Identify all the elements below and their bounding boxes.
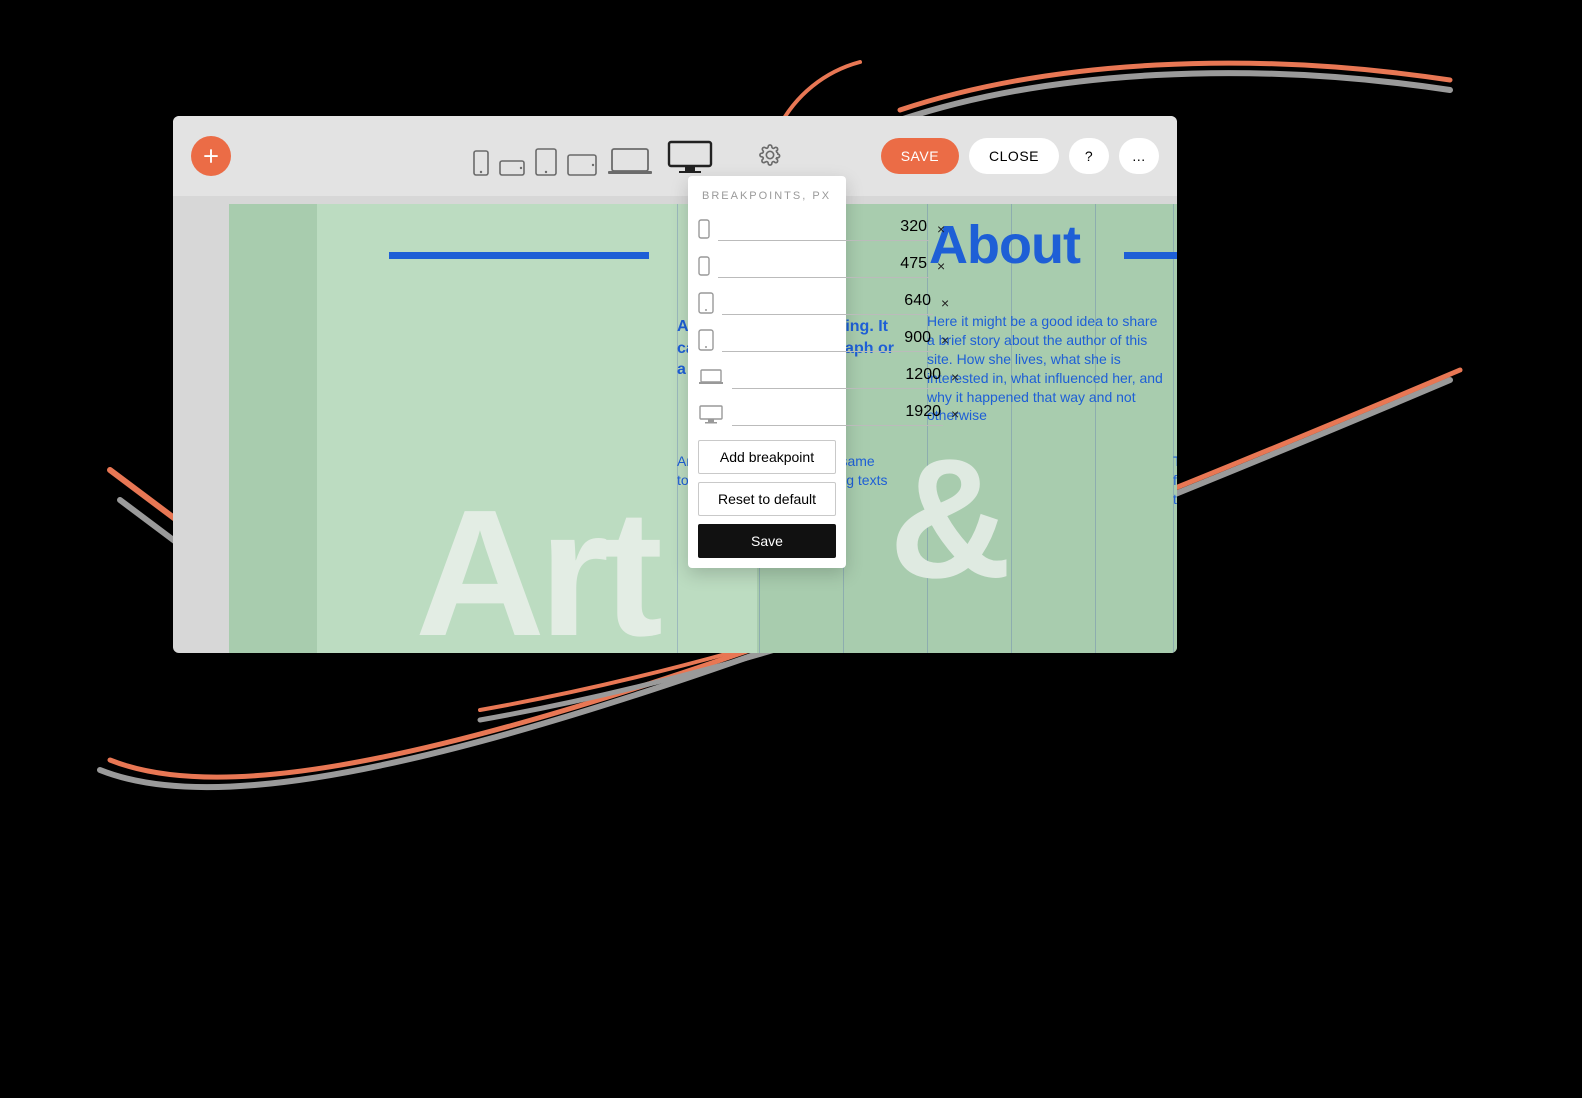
breakpoint-delete-icon[interactable]: × (937, 221, 945, 237)
decorative-rule (1124, 252, 1177, 259)
close-button[interactable]: CLOSE (969, 138, 1059, 174)
device-laptop-icon[interactable] (607, 146, 653, 176)
breakpoint-row: × (698, 358, 836, 395)
heading-about: About (929, 214, 1080, 276)
breakpoint-row: × (698, 247, 836, 284)
editor-window: SAVE CLOSE ? … About A very important he… (173, 116, 1177, 653)
breakpoint-delete-icon[interactable]: × (941, 295, 949, 311)
breakpoint-row: × (698, 210, 836, 247)
save-breakpoints-button[interactable]: Save (698, 524, 836, 558)
device-tablet-portrait-icon[interactable] (535, 148, 557, 176)
device-phone-portrait-icon[interactable] (473, 150, 489, 176)
breakpoint-input[interactable] (718, 253, 929, 278)
phone-portrait-icon (698, 219, 710, 239)
more-button[interactable]: … (1119, 138, 1159, 174)
tablet-portrait-icon (698, 292, 714, 314)
tablet-portrait-icon (698, 329, 714, 351)
heading-art: Art (415, 484, 657, 653)
breakpoint-input[interactable] (722, 327, 933, 352)
about-body-text: Here it might be a good idea to share a … (927, 312, 1167, 425)
toolbar-right-buttons: SAVE CLOSE ? … (881, 138, 1159, 174)
breakpoint-input[interactable] (722, 290, 933, 315)
add-button[interactable] (191, 136, 231, 176)
breakpoint-delete-icon[interactable]: × (941, 332, 949, 348)
popover-title: BREAKPOINTS, PX (698, 186, 836, 210)
decorative-rule (389, 252, 649, 259)
device-tablet-landscape-icon[interactable] (567, 154, 597, 176)
breakpoint-settings-gear-icon[interactable] (759, 144, 781, 166)
reset-breakpoints-button[interactable]: Reset to default (698, 482, 836, 516)
phone-portrait-icon (698, 256, 710, 276)
ampersand-decoration: & (889, 434, 1012, 604)
desktop-icon (698, 404, 724, 424)
laptop-icon (698, 368, 724, 386)
breakpoint-row: × (698, 395, 836, 432)
save-button[interactable]: SAVE (881, 138, 959, 174)
help-button[interactable]: ? (1069, 138, 1109, 174)
breakpoint-row: × (698, 284, 836, 321)
device-breakpoint-selector (473, 138, 717, 176)
breakpoint-input[interactable] (732, 401, 943, 426)
add-breakpoint-button[interactable]: Add breakpoint (698, 440, 836, 474)
device-phone-landscape-icon[interactable] (499, 160, 525, 176)
breakpoints-popover: BREAKPOINTS, PX × × × × × (688, 176, 846, 568)
breakpoint-row: × (698, 321, 836, 358)
paragraph-3: This text block continues from the other… (1173, 452, 1177, 509)
breakpoint-delete-icon[interactable]: × (951, 369, 959, 385)
device-desktop-icon[interactable] (663, 138, 717, 176)
breakpoint-input[interactable] (732, 364, 943, 389)
top-toolbar: SAVE CLOSE ? … (173, 116, 1177, 196)
breakpoint-delete-icon[interactable]: × (951, 406, 959, 422)
breakpoint-delete-icon[interactable]: × (937, 258, 945, 274)
breakpoint-input[interactable] (718, 216, 929, 241)
